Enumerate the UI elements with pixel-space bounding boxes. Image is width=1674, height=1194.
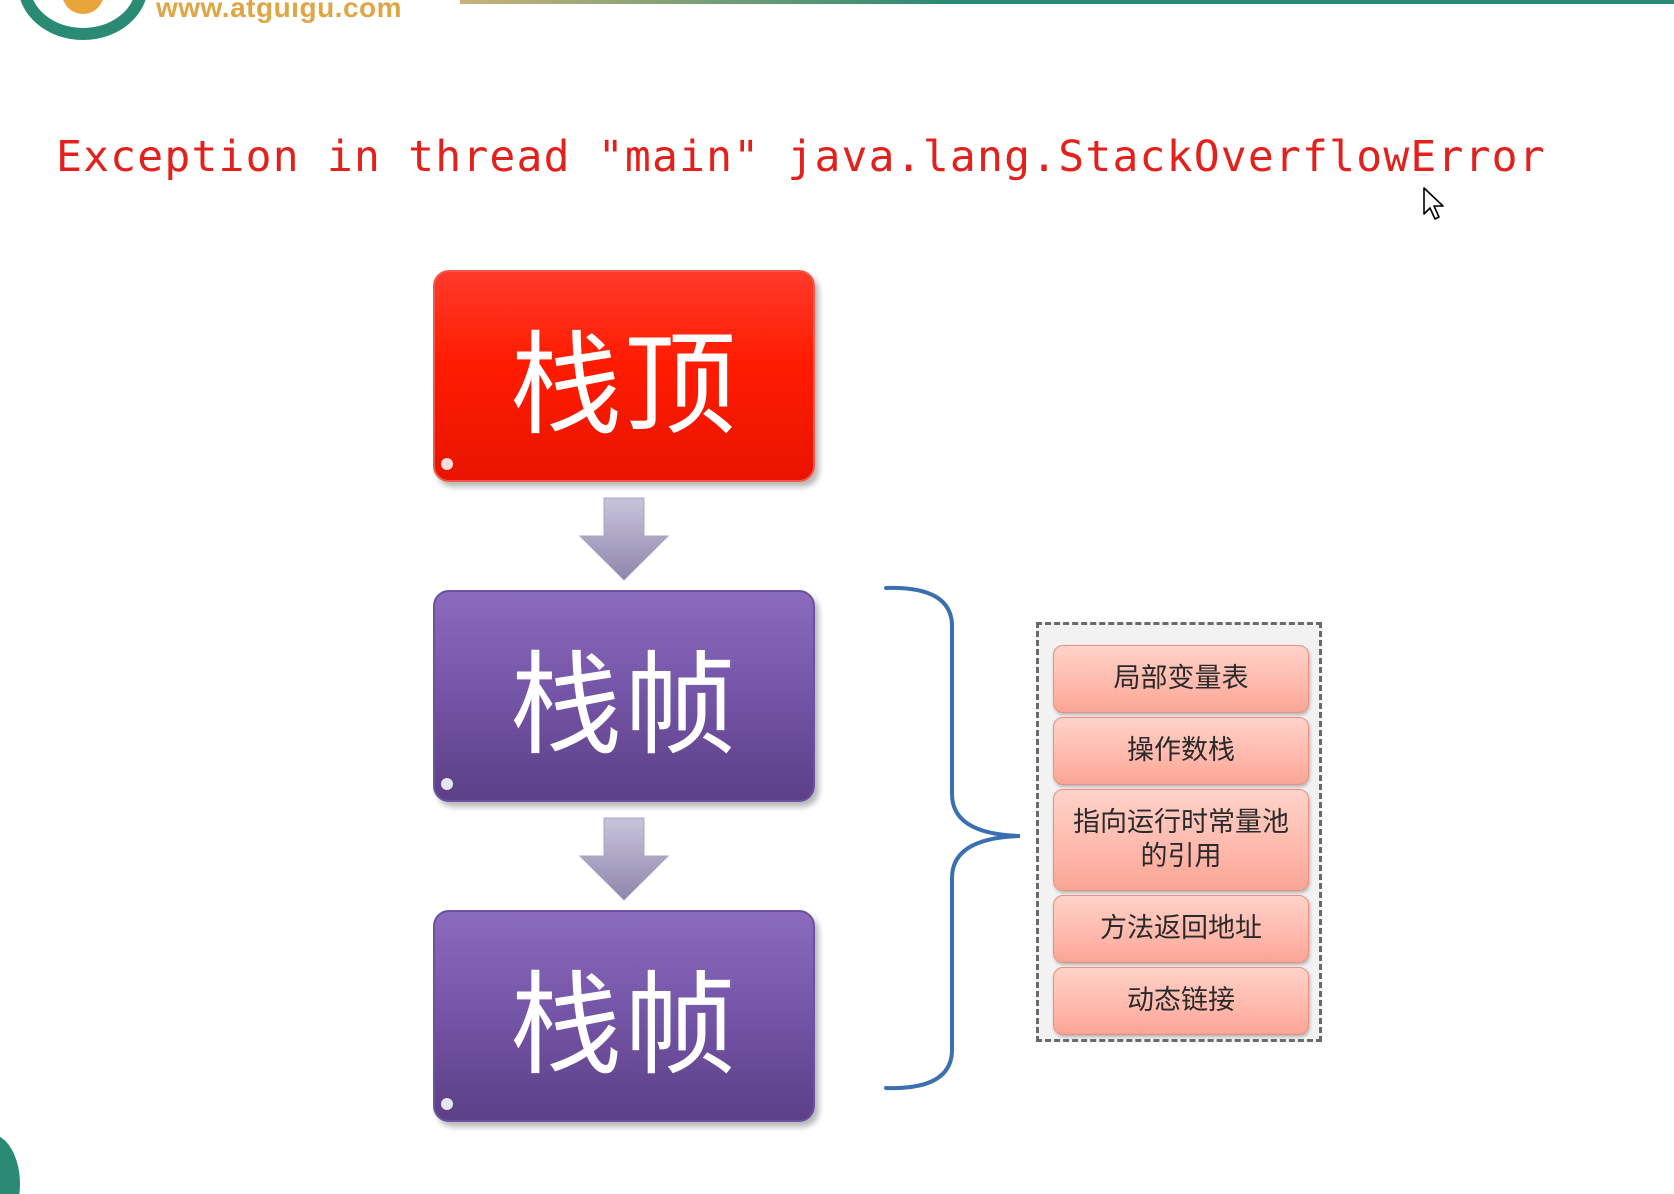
header-divider [460,0,1674,4]
stack-frame-box: 栈帧 [433,910,815,1122]
mouse-cursor-icon [1423,187,1444,220]
logo-url-text: www.atguigu.com [156,0,403,23]
detail-item-operand-stack: 操作数栈 [1053,717,1309,785]
atguigu-logo-icon [18,0,148,40]
down-arrow-icon [578,497,670,581]
slide: www.atguigu.com Exception in thread "mai… [0,0,1674,1194]
stack-top-box: 栈顶 [433,270,815,482]
stack-frame-label: 栈帧 [510,641,738,771]
down-arrow-icon [578,817,670,901]
exception-title: Exception in thread "main" java.lang.Sta… [56,132,1546,182]
stack-frame-label: 栈帧 [510,961,738,1091]
detail-item-local-variables: 局部变量表 [1053,645,1309,713]
detail-item-dynamic-linking: 动态链接 [1053,967,1309,1035]
detail-item-constant-pool-ref: 指向运行时常量池的引用 [1053,789,1309,891]
right-brace-icon [884,585,1021,1091]
stack-frame-box: 栈帧 [433,590,815,802]
corner-decoration [0,1134,20,1194]
frame-detail-panel: 局部变量表 操作数栈 指向运行时常量池的引用 方法返回地址 动态链接 [1036,622,1322,1042]
detail-item-return-address: 方法返回地址 [1053,895,1309,963]
stack-top-label: 栈顶 [510,321,738,451]
